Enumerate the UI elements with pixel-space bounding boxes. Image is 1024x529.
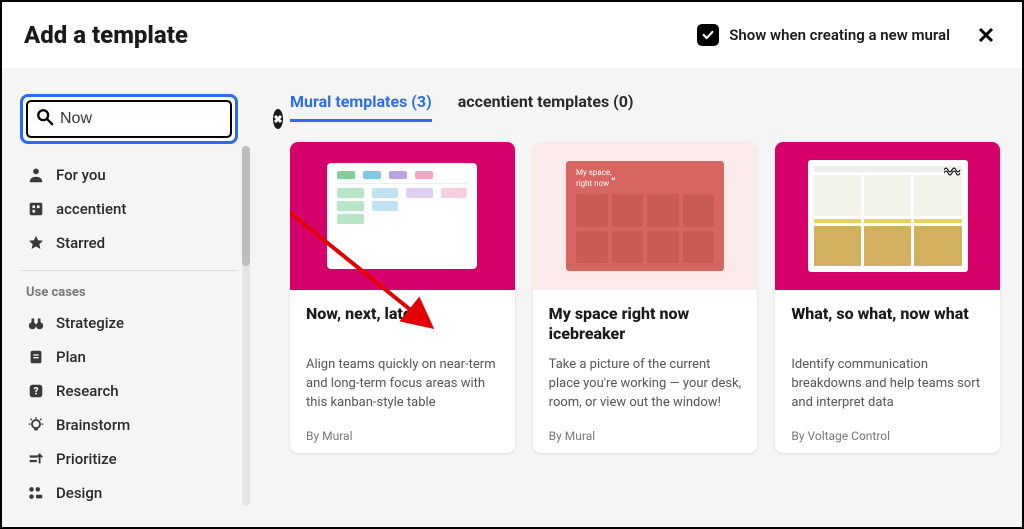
search-field[interactable] (20, 94, 238, 144)
template-card-now-next-later[interactable]: Now, next, later Align teams quickly on … (290, 142, 515, 453)
bulb-icon (26, 415, 46, 435)
template-title: Now, next, later (306, 304, 499, 344)
sidebar-item-label: Research (56, 382, 119, 400)
sidebar-item-accentient[interactable]: accentient (20, 192, 238, 226)
dialog-title: Add a template (24, 21, 697, 49)
template-author: By Voltage Control (791, 429, 984, 443)
search-input[interactable] (60, 110, 267, 128)
prioritize-icon (26, 449, 46, 469)
sidebar-section-heading: Use cases (20, 281, 250, 306)
template-card-my-space[interactable]: My space,right now ” My space right now … (533, 142, 758, 453)
template-thumbnail (290, 142, 515, 290)
sidebar-item-label: Brainstorm (56, 416, 130, 434)
template-title: What, so what, now what (791, 304, 984, 344)
main-content: Mural templates (3) accentient templates… (250, 68, 1022, 527)
template-thumbnail (775, 142, 1000, 290)
divider (20, 270, 238, 271)
template-author: By Mural (306, 429, 499, 443)
design-icon (26, 483, 46, 503)
sidebar-item-label: accentient (56, 200, 126, 218)
doc-icon (26, 347, 46, 367)
checkbox-checked-icon (697, 24, 719, 46)
toggle-label: Show when creating a new mural (729, 26, 950, 44)
tabs: Mural templates (3) accentient templates… (290, 92, 1000, 122)
close-button[interactable] (972, 21, 1000, 49)
binoculars-icon (26, 313, 46, 333)
sidebar-item-for-you[interactable]: For you (20, 158, 238, 192)
star-icon (26, 233, 46, 253)
template-title: My space right now icebreaker (549, 304, 742, 344)
template-description: Identify communication breakdowns and he… (791, 356, 984, 413)
dialog-header: Add a template Show when creating a new … (2, 2, 1022, 68)
sidebar-scrollbar[interactable] (242, 146, 250, 506)
sidebar-item-label: Prioritize (56, 450, 117, 468)
sidebar-item-brainstorm[interactable]: Brainstorm (20, 408, 238, 442)
template-description: Align teams quickly on near-term and lon… (306, 356, 499, 413)
sidebar-usecase-nav: Strategize Plan ? Research Brainstorm Pr… (20, 306, 250, 510)
sidebar: For you accentient Starred Use cases Str… (2, 68, 250, 527)
tab-accentient-templates[interactable]: accentient templates (0) (458, 92, 634, 122)
sidebar-item-plan[interactable]: Plan (20, 340, 238, 374)
scrollbar-thumb[interactable] (242, 146, 250, 266)
sidebar-item-label: Plan (56, 348, 86, 366)
search-icon (36, 108, 54, 130)
template-card-what-so-what[interactable]: What, so what, now what Identify communi… (775, 142, 1000, 453)
sidebar-item-label: Design (56, 484, 102, 502)
sidebar-item-prioritize[interactable]: Prioritize (20, 442, 238, 476)
sidebar-item-label: Strategize (56, 314, 124, 332)
question-icon: ? (26, 381, 46, 401)
tab-mural-templates[interactable]: Mural templates (3) (290, 92, 432, 122)
sidebar-item-label: For you (56, 166, 106, 184)
template-cards: Now, next, later Align teams quickly on … (290, 142, 1000, 453)
sidebar-primary-nav: For you accentient Starred (20, 158, 250, 260)
person-icon (26, 165, 46, 185)
template-description: Take a picture of the current place you'… (549, 356, 742, 413)
template-author: By Mural (549, 429, 742, 443)
template-thumbnail: My space,right now ” (533, 142, 758, 290)
sidebar-item-research[interactable]: ? Research (20, 374, 238, 408)
sidebar-item-starred[interactable]: Starred (20, 226, 238, 260)
show-on-new-mural-toggle[interactable]: Show when creating a new mural (697, 24, 950, 46)
svg-text:?: ? (33, 387, 38, 398)
building-icon (26, 199, 46, 219)
sidebar-item-label: Starred (56, 234, 105, 252)
sidebar-item-strategize[interactable]: Strategize (20, 306, 238, 340)
sidebar-item-design[interactable]: Design (20, 476, 238, 510)
